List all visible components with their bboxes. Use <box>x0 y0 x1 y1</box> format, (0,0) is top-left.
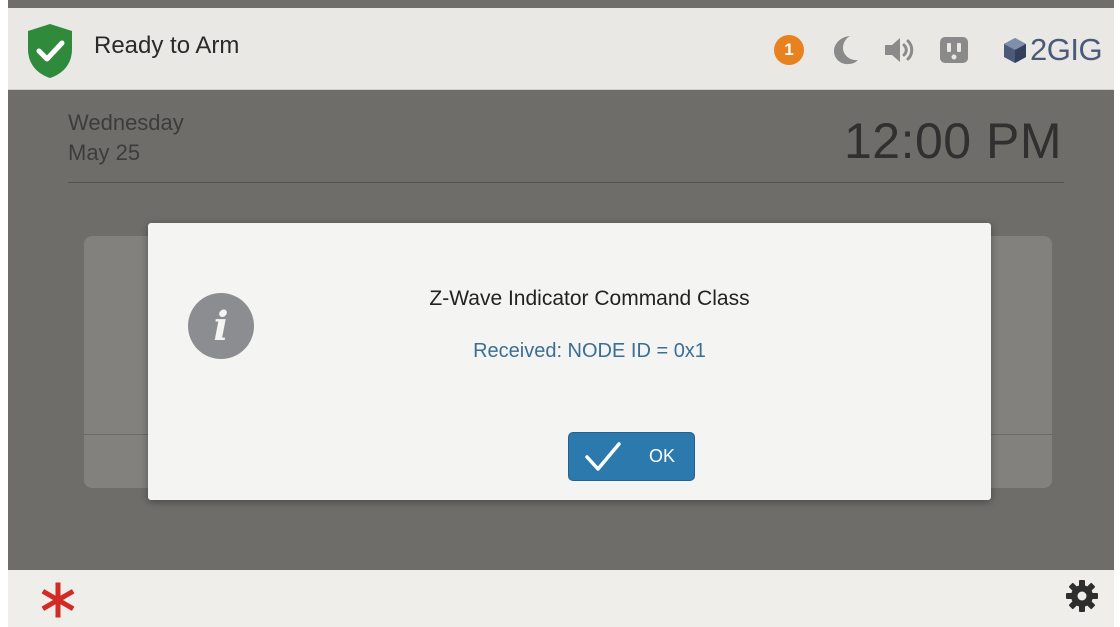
notification-badge[interactable]: 1 <box>774 35 804 65</box>
emergency-asterisk-icon[interactable] <box>40 582 76 618</box>
day-label: Wednesday <box>68 110 184 135</box>
brand-logo: 2GIG <box>1002 30 1103 70</box>
dialog-message: Received: NODE ID = 0x1 <box>473 340 706 362</box>
clock-time: 12:00 PM <box>843 113 1062 169</box>
outlet-icon[interactable] <box>938 35 970 65</box>
checkmark-icon <box>585 441 621 471</box>
shield-check-icon[interactable] <box>24 22 76 80</box>
zwave-indicator-dialog: i Z-Wave Indicator Command Class Receive… <box>148 223 991 500</box>
gear-icon[interactable] <box>1064 578 1100 614</box>
date-label: May 25 <box>68 140 141 165</box>
brand-name: 2GIG <box>1030 32 1103 67</box>
ok-button[interactable]: OK <box>568 432 695 481</box>
header-divider <box>68 182 1064 183</box>
speaker-icon[interactable] <box>882 35 916 65</box>
brand-cube-icon <box>1004 38 1026 63</box>
panel-screen: Ready to Arm 1 2GIG Wednesday May 25 12:… <box>8 0 1114 627</box>
ok-label: OK <box>649 446 676 466</box>
moon-icon[interactable] <box>830 34 860 66</box>
bottom-bar <box>8 570 1114 627</box>
status-bar: Ready to Arm 1 2GIG <box>8 8 1114 90</box>
arm-status-label[interactable]: Ready to Arm <box>94 32 239 60</box>
dialog-title: Z-Wave Indicator Command Class <box>429 287 750 310</box>
